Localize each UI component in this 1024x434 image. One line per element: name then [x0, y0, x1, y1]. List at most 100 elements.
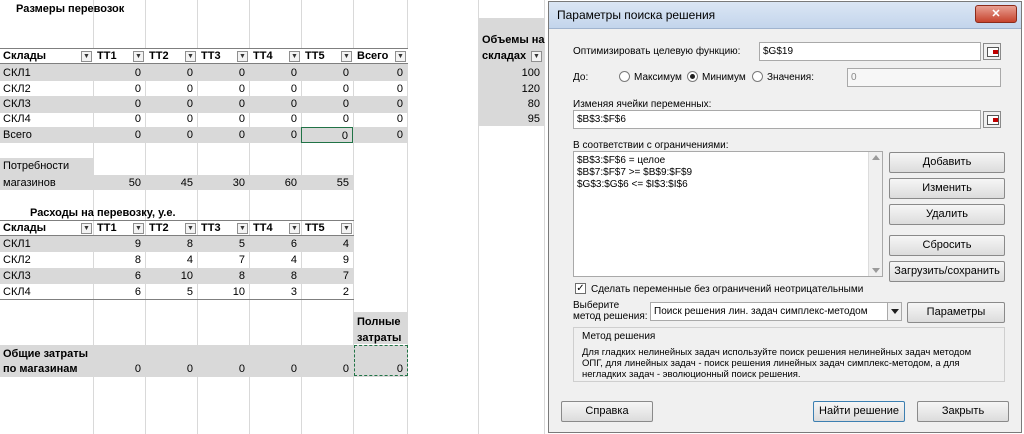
- reset-button[interactable]: Сбросить: [889, 235, 1005, 256]
- cell[interactable]: 80: [478, 96, 544, 112]
- cell[interactable]: 6: [93, 268, 145, 284]
- demand-cell[interactable]: 60: [249, 175, 301, 191]
- dropdown-filter-icon[interactable]: ▼: [237, 51, 248, 62]
- method-select[interactable]: Поиск решения лин. задач симплекс-методо…: [650, 302, 902, 321]
- cell[interactable]: 8: [249, 268, 301, 284]
- radio-min[interactable]: [687, 71, 698, 82]
- cell[interactable]: 0: [197, 361, 249, 377]
- cell[interactable]: 0: [249, 81, 301, 97]
- cell[interactable]: 7: [301, 268, 353, 284]
- cell[interactable]: 120: [478, 81, 544, 97]
- dropdown-filter-icon[interactable]: ▼: [81, 223, 92, 234]
- cell[interactable]: 5: [197, 236, 249, 252]
- scroll-down-icon[interactable]: [872, 268, 880, 273]
- objective-cell[interactable]: 0: [354, 345, 408, 376]
- cell[interactable]: 4: [249, 252, 301, 268]
- cell[interactable]: 6: [249, 236, 301, 252]
- cell[interactable]: 0: [145, 96, 197, 112]
- dropdown-filter-icon[interactable]: ▼: [237, 223, 248, 234]
- dropdown-filter-icon[interactable]: ▼: [531, 51, 542, 62]
- scrollbar[interactable]: [868, 152, 882, 276]
- chevron-down-icon[interactable]: [887, 303, 901, 320]
- cell[interactable]: 4: [145, 252, 197, 268]
- cell[interactable]: 0: [93, 127, 145, 143]
- cell[interactable]: 0: [353, 127, 407, 143]
- cell[interactable]: 0: [197, 81, 249, 97]
- cell[interactable]: 0: [197, 127, 249, 143]
- list-item[interactable]: $B$7:$F$7 >= $B$9:$F$9: [577, 167, 692, 178]
- dropdown-filter-icon[interactable]: ▼: [81, 51, 92, 62]
- changing-input[interactable]: $B$3:$F$6: [573, 110, 981, 129]
- cell[interactable]: 0: [301, 65, 353, 81]
- cell[interactable]: 0: [197, 111, 249, 127]
- load-save-button[interactable]: Загрузить/сохранить: [889, 261, 1005, 282]
- dropdown-filter-icon[interactable]: ▼: [185, 51, 196, 62]
- cell[interactable]: 8: [93, 252, 145, 268]
- cell[interactable]: 10: [145, 268, 197, 284]
- cell[interactable]: 0: [301, 111, 353, 127]
- cell[interactable]: 0: [145, 65, 197, 81]
- cell[interactable]: 0: [249, 111, 301, 127]
- nonneg-checkbox[interactable]: ✓: [575, 283, 586, 294]
- params-button[interactable]: Параметры: [907, 302, 1005, 323]
- cell[interactable]: 8: [145, 236, 197, 252]
- objective-input[interactable]: $G$19: [759, 42, 981, 61]
- help-button[interactable]: Справка: [561, 401, 653, 422]
- demand-cell[interactable]: 30: [197, 175, 249, 191]
- cell[interactable]: 0: [145, 361, 197, 377]
- cell[interactable]: 100: [478, 65, 544, 81]
- close-button[interactable]: Закрыть: [917, 401, 1009, 422]
- cell[interactable]: 0: [197, 65, 249, 81]
- cell[interactable]: 9: [93, 236, 145, 252]
- cell[interactable]: 0: [301, 96, 353, 112]
- dropdown-filter-icon[interactable]: ▼: [133, 223, 144, 234]
- cell[interactable]: 0: [249, 361, 301, 377]
- cell[interactable]: 95: [478, 111, 544, 127]
- collapse-icon[interactable]: [983, 43, 1001, 60]
- cell[interactable]: 0: [93, 111, 145, 127]
- cell[interactable]: 7: [197, 252, 249, 268]
- demand-cell[interactable]: 55: [301, 175, 353, 191]
- collapse-icon[interactable]: [983, 111, 1001, 128]
- delete-button[interactable]: Удалить: [889, 204, 1005, 225]
- solve-button[interactable]: Найти решение: [813, 401, 905, 422]
- cell[interactable]: 0: [197, 96, 249, 112]
- constraints-list[interactable]: $B$3:$F$6 = целое $B$7:$F$7 >= $B$9:$F$9…: [573, 151, 883, 277]
- cell[interactable]: 0: [353, 111, 407, 127]
- cell[interactable]: 4: [301, 236, 353, 252]
- cell[interactable]: 3: [249, 284, 301, 300]
- cell[interactable]: 0: [353, 81, 407, 97]
- dropdown-filter-icon[interactable]: ▼: [133, 51, 144, 62]
- value-input[interactable]: 0: [847, 68, 1001, 87]
- cell[interactable]: 0: [249, 65, 301, 81]
- cell[interactable]: 0: [145, 81, 197, 97]
- dropdown-filter-icon[interactable]: ▼: [341, 51, 352, 62]
- cell[interactable]: 10: [197, 284, 249, 300]
- cell[interactable]: 8: [197, 268, 249, 284]
- list-item[interactable]: $G$3:$G$6 <= $I$3:$I$6: [577, 179, 688, 190]
- cell[interactable]: 0: [353, 65, 407, 81]
- cell[interactable]: 0: [353, 96, 407, 112]
- cell[interactable]: 0: [93, 65, 145, 81]
- cell[interactable]: 0: [93, 361, 145, 377]
- radio-max[interactable]: [619, 71, 630, 82]
- cell[interactable]: 9: [301, 252, 353, 268]
- cell[interactable]: 0: [301, 361, 353, 377]
- close-icon[interactable]: ✕: [975, 5, 1017, 23]
- cell[interactable]: 0: [145, 127, 197, 143]
- radio-value[interactable]: [752, 71, 763, 82]
- cell[interactable]: 0: [301, 81, 353, 97]
- cell[interactable]: 2: [301, 284, 353, 300]
- cell[interactable]: 0: [93, 96, 145, 112]
- cell[interactable]: 0: [249, 127, 301, 143]
- list-item[interactable]: $B$3:$F$6 = целое: [577, 155, 665, 166]
- dropdown-filter-icon[interactable]: ▼: [289, 223, 300, 234]
- selected-cell[interactable]: 0: [301, 127, 353, 143]
- cell[interactable]: 0: [249, 96, 301, 112]
- dropdown-filter-icon[interactable]: ▼: [289, 51, 300, 62]
- cell[interactable]: 6: [93, 284, 145, 300]
- cell[interactable]: 0: [145, 111, 197, 127]
- cell[interactable]: 5: [145, 284, 197, 300]
- cell[interactable]: 0: [93, 81, 145, 97]
- dropdown-filter-icon[interactable]: ▼: [341, 223, 352, 234]
